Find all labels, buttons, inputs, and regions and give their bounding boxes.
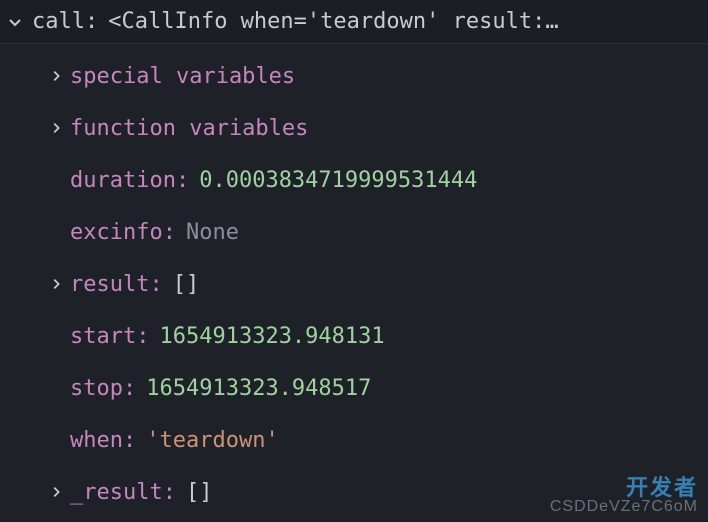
tree-row: stop: 1654913323.948517 — [0, 362, 708, 414]
property-key: excinfo: — [70, 220, 176, 245]
property-key: stop: — [70, 376, 136, 401]
property-key: function variables — [70, 116, 308, 141]
chevron-down-icon — [4, 11, 26, 33]
property-value: [] — [186, 480, 213, 505]
property-key: duration: — [70, 168, 189, 193]
property-value: 1654913323.948517 — [146, 376, 371, 401]
property-key: result: — [70, 272, 163, 297]
tree-row[interactable]: result: [] — [0, 258, 708, 310]
property-value: None — [186, 220, 239, 245]
property-value: 'teardown' — [146, 428, 278, 453]
property-key: when: — [70, 428, 136, 453]
tree-row[interactable]: special variables — [0, 50, 708, 102]
tree-row: excinfo: None — [0, 206, 708, 258]
header-value: <CallInfo when='teardown' result:… — [108, 9, 558, 34]
property-value: [] — [173, 272, 200, 297]
tree-row: start: 1654913323.948131 — [0, 310, 708, 362]
property-value: 1654913323.948131 — [159, 324, 384, 349]
variable-tree: special variables function variables durat… — [0, 44, 708, 518]
tree-row[interactable]: function variables — [0, 102, 708, 154]
property-key: special variables — [70, 64, 295, 89]
chevron-right-icon — [42, 277, 70, 291]
property-key: start: — [70, 324, 149, 349]
chevron-right-icon — [42, 485, 70, 499]
variable-header[interactable]: call: <CallInfo when='teardown' result:… — [0, 0, 708, 44]
property-key: _result: — [70, 480, 176, 505]
header-key: call: — [32, 9, 98, 34]
tree-row: when: 'teardown' — [0, 414, 708, 466]
tree-row[interactable]: _result: [] — [0, 466, 708, 518]
property-value: 0.0003834719999531444 — [199, 168, 477, 193]
tree-row: duration: 0.0003834719999531444 — [0, 154, 708, 206]
chevron-right-icon — [42, 121, 70, 135]
chevron-right-icon — [42, 69, 70, 83]
